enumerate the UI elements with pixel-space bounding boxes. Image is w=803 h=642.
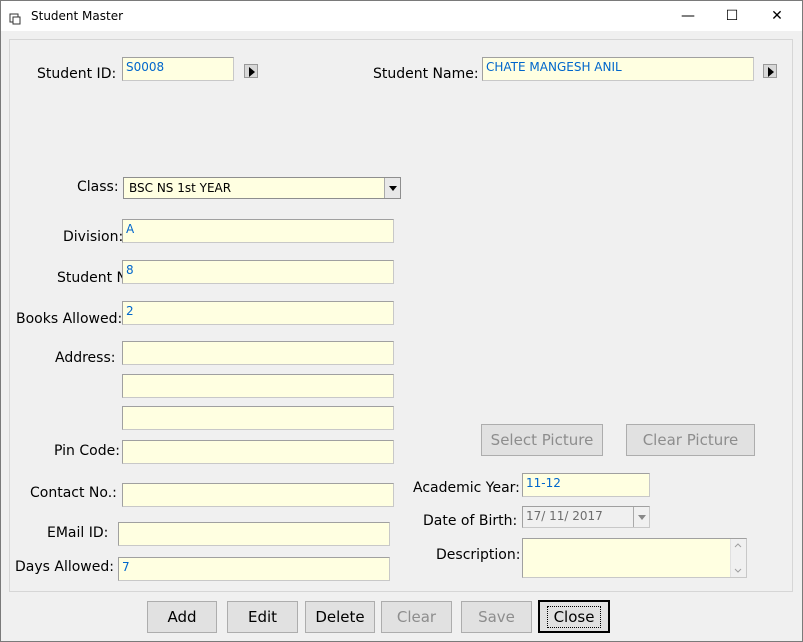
close-button[interactable]: Close xyxy=(538,600,610,633)
dob-picker[interactable]: 17/ 11/ 2017 xyxy=(522,506,650,528)
description-scrollbar[interactable] xyxy=(730,539,746,577)
address-label: Address: xyxy=(55,350,116,366)
student-id-field[interactable]: S0008 xyxy=(122,57,234,81)
scroll-arrows-icon xyxy=(734,543,742,573)
days-allowed-label: Days Allowed: xyxy=(15,559,114,575)
chevron-down-icon[interactable] xyxy=(384,178,400,198)
email-label: EMail ID: xyxy=(47,525,109,541)
class-dropdown[interactable]: BSC NS 1st YEAR xyxy=(123,177,401,199)
clear-picture-button[interactable]: Clear Picture xyxy=(626,424,755,456)
student-id-lookup-button[interactable] xyxy=(244,64,258,78)
student-id-label: Student ID: xyxy=(37,66,117,82)
student-name-field[interactable]: CHATE MANGESH ANIL xyxy=(482,57,754,81)
academic-year-field[interactable]: 11-12 xyxy=(522,473,650,497)
class-label: Class: xyxy=(77,179,119,195)
pin-code-label: Pin Code: xyxy=(54,443,120,459)
edit-button-label: Edit xyxy=(247,608,278,626)
email-field[interactable] xyxy=(118,522,390,546)
chevron-down-icon[interactable] xyxy=(633,507,649,527)
description-label: Description: xyxy=(436,547,521,563)
books-allowed-label: Books Allowed: xyxy=(16,311,123,327)
save-button-label: Save xyxy=(478,608,515,626)
pin-code-field[interactable] xyxy=(122,440,394,464)
address-line1-field[interactable] xyxy=(122,341,394,365)
class-selected-value: BSC NS 1st YEAR xyxy=(129,181,232,195)
student-name-label: Student Name: xyxy=(373,66,479,82)
student-no-field[interactable]: 8 xyxy=(122,260,394,284)
maximize-button[interactable]: ☐ xyxy=(709,1,755,31)
division-label: Division: xyxy=(63,229,124,245)
days-allowed-field[interactable]: 7 xyxy=(118,557,390,581)
dob-label: Date of Birth: xyxy=(423,513,518,529)
close-button-label: Close xyxy=(546,605,602,628)
arrow-right-icon xyxy=(768,67,774,77)
academic-year-label: Academic Year: xyxy=(413,480,520,496)
address-line3-field[interactable] xyxy=(122,406,394,430)
select-picture-button[interactable]: Select Picture xyxy=(481,424,603,456)
app-icon xyxy=(9,10,21,25)
save-button[interactable]: Save xyxy=(461,601,532,633)
clear-button-label: Clear xyxy=(396,608,437,626)
dob-value: 17/ 11/ 2017 xyxy=(526,509,603,523)
division-field[interactable]: A xyxy=(122,219,394,243)
close-window-button[interactable]: ✕ xyxy=(754,1,800,31)
delete-button-label: Delete xyxy=(315,608,365,626)
edit-button[interactable]: Edit xyxy=(227,601,298,633)
add-button-label: Add xyxy=(167,608,197,626)
contact-no-field[interactable] xyxy=(122,483,394,507)
address-line2-field[interactable] xyxy=(122,374,394,398)
title-bar: Student Master — ☐ ✕ xyxy=(1,1,802,31)
description-textarea[interactable] xyxy=(522,538,747,578)
minimize-button[interactable]: — xyxy=(665,1,711,31)
books-allowed-field[interactable]: 2 xyxy=(122,301,394,325)
student-name-lookup-button[interactable] xyxy=(763,64,777,78)
delete-button[interactable]: Delete xyxy=(305,601,375,633)
contact-no-label: Contact No.: xyxy=(30,485,117,501)
window-title: Student Master xyxy=(31,9,124,23)
arrow-right-icon xyxy=(249,67,255,77)
clear-button[interactable]: Clear xyxy=(381,601,452,633)
student-master-window: Student Master — ☐ ✕ Student ID: S0008 S… xyxy=(0,0,803,642)
add-button[interactable]: Add xyxy=(147,601,217,633)
